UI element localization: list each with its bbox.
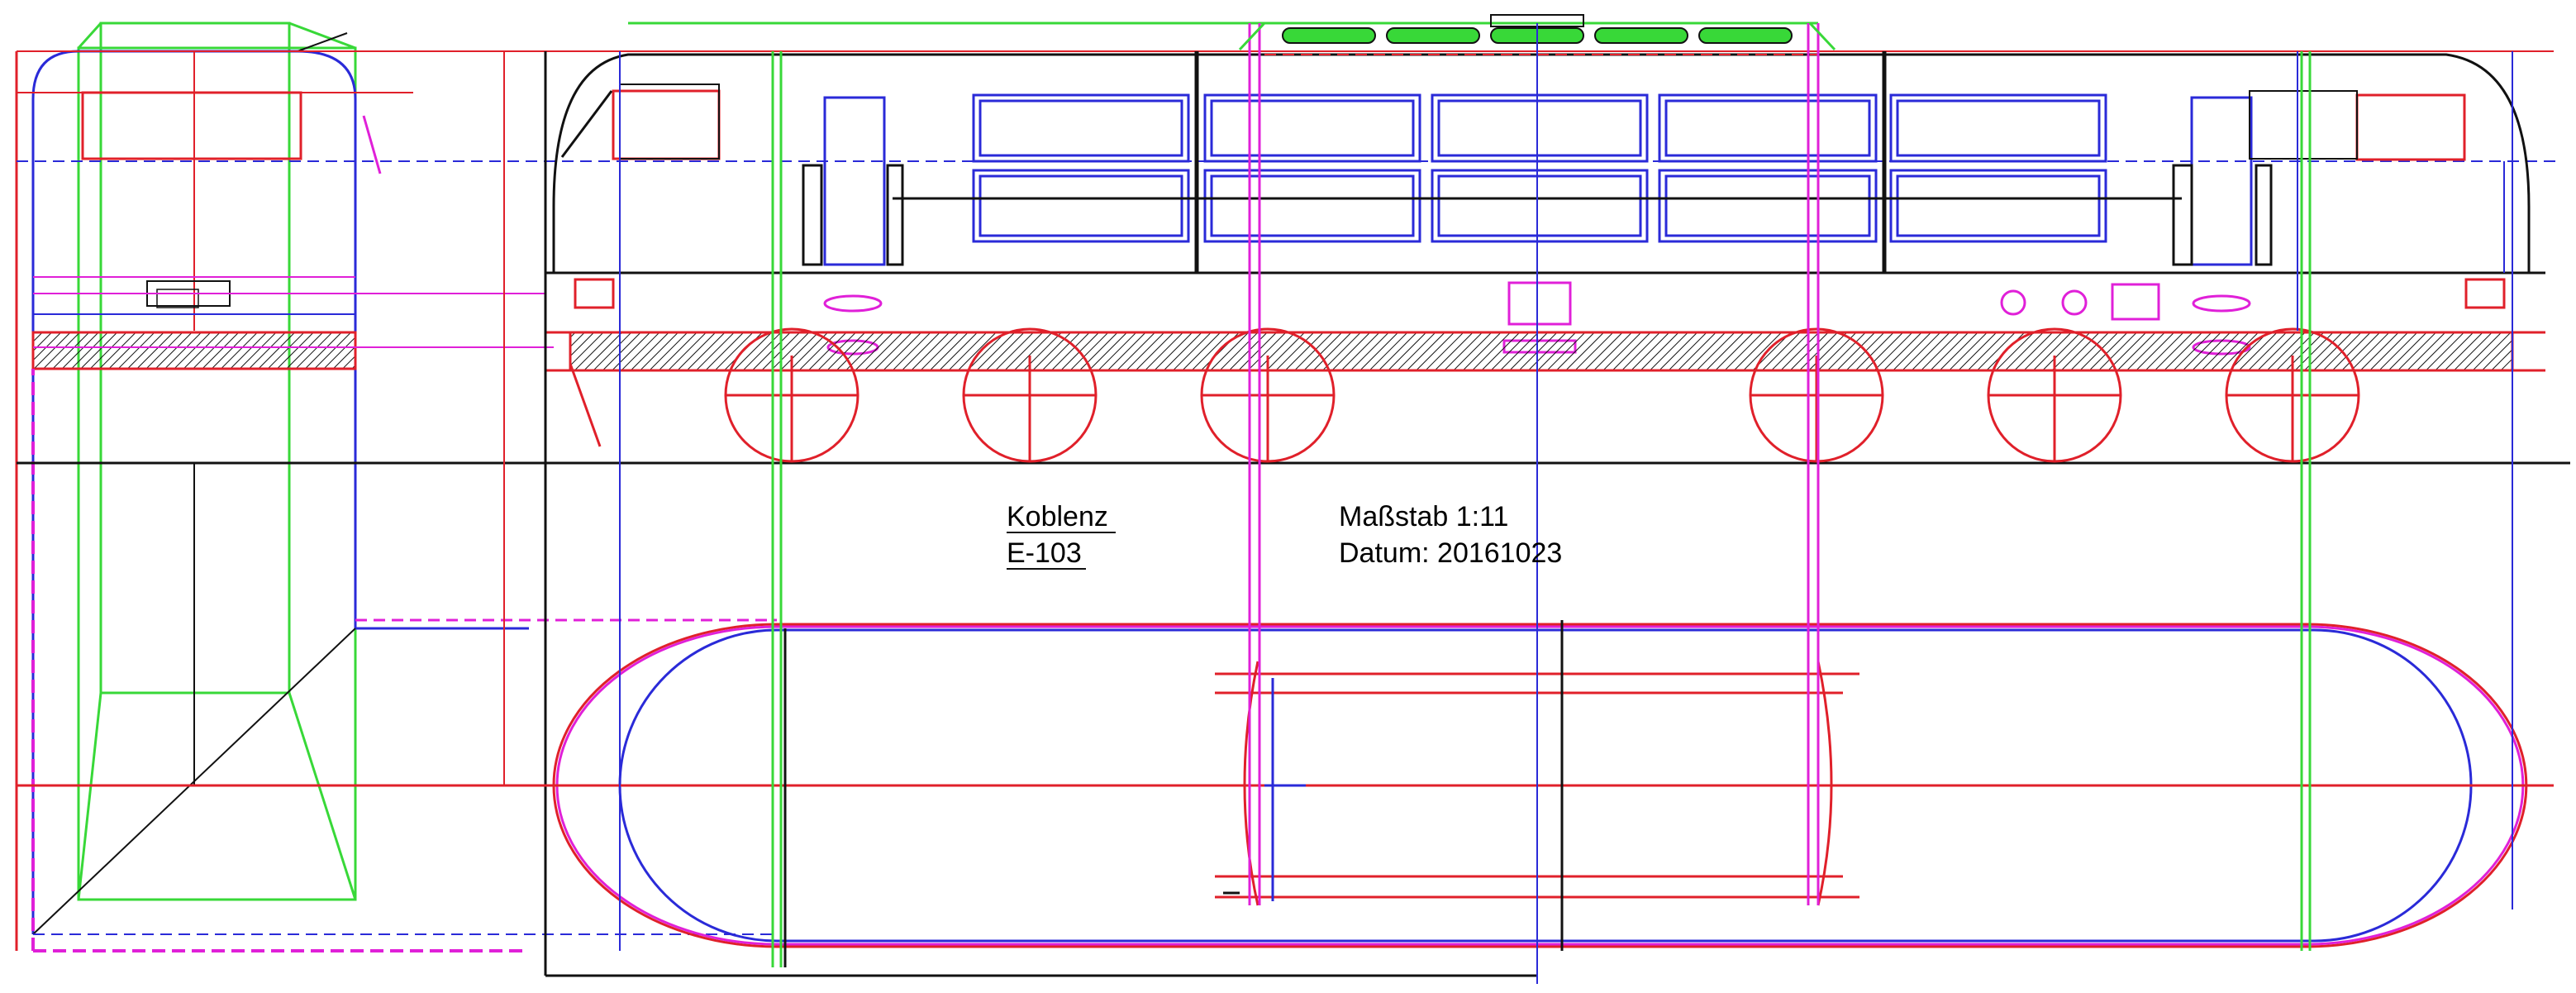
drawing-name: Koblenz [1007,501,1108,532]
window-row-lower [972,169,2107,243]
window-row-upper [972,93,2107,163]
side-view [17,14,2570,976]
technical-drawing: Koblenz E-103 Maßstab 1:11 Datum: 201610… [15,14,2570,984]
scale-label: Maßstab 1:11 [1339,501,1508,532]
drawing-number: E-103 [1007,537,1082,569]
date-label: Datum: 20161023 [1339,537,1562,569]
plan-view [17,620,2554,977]
end-view [15,21,777,952]
title-block: Koblenz E-103 Maßstab 1:11 Datum: 201610… [1007,501,1562,570]
